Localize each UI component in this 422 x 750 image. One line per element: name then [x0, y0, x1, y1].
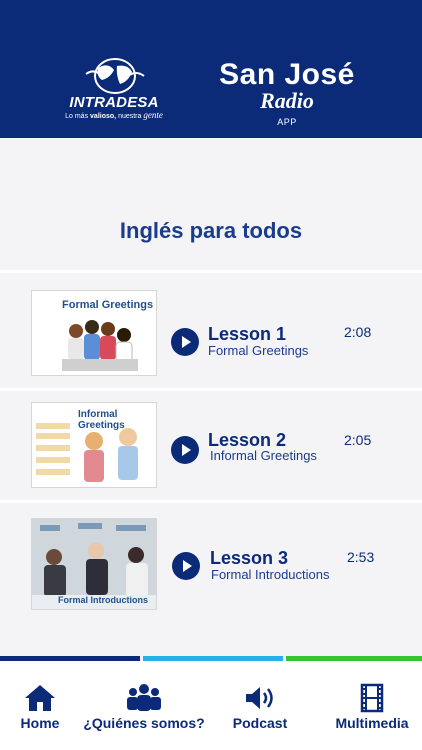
- tab-label: Multimedia: [335, 715, 409, 731]
- play-button[interactable]: [172, 552, 200, 580]
- lesson-item-2[interactable]: Informal Greetings Lesson 2 Informal Gre…: [0, 398, 422, 498]
- tab-home[interactable]: Home: [0, 661, 80, 750]
- play-button[interactable]: [171, 436, 199, 464]
- divider: [0, 500, 422, 503]
- intradesa-tagline: Lo más valioso, nuestra gente: [65, 110, 163, 120]
- thumbnail-caption: Formal Introductions: [58, 595, 148, 605]
- thumbnail-caption: Formal Greetings: [62, 299, 154, 311]
- lesson-duration: 2:53: [347, 549, 375, 565]
- tab-multimedia[interactable]: Multimedia: [322, 661, 422, 750]
- lesson-2-thumbnail: Informal Greetings: [31, 402, 157, 488]
- divider: [0, 388, 422, 391]
- page-title: Inglés para todos: [119, 218, 303, 243]
- san-jose-radio-logo: San José Radio APP: [214, 58, 360, 134]
- radio-wordmark: Radio: [260, 88, 314, 113]
- play-button[interactable]: [171, 328, 199, 356]
- speaker-icon: [246, 687, 273, 709]
- tab-podcast[interactable]: Podcast: [218, 661, 302, 750]
- lesson-subtitle: Formal Introductions: [211, 567, 330, 582]
- home-icon: [25, 685, 55, 711]
- lesson-title: Lesson 3: [210, 548, 289, 568]
- san-jose-wordmark: San José: [219, 58, 355, 91]
- app-header: INTRADESA Lo más valioso, nuestra gente …: [0, 0, 422, 138]
- lesson-item-3[interactable]: Formal Introductions Lesson 3 Formal Int…: [0, 514, 422, 614]
- film-icon: [360, 683, 384, 713]
- lesson-subtitle: Informal Greetings: [210, 448, 317, 463]
- lesson-duration: 2:08: [344, 324, 372, 340]
- intradesa-logo: INTRADESA Lo más valioso, nuestra gente: [62, 58, 166, 122]
- lesson-title: Lesson 1: [208, 324, 287, 344]
- lesson-item-1[interactable]: Formal Greetings Lesson 1 Formal Greetin…: [0, 286, 422, 386]
- lesson-subtitle: Formal Greetings: [208, 343, 309, 358]
- intradesa-wordmark: INTRADESA: [69, 94, 159, 111]
- divider: [0, 270, 422, 273]
- bottom-tab-bar: Home ¿Quiénes somos? Podcast Multimedia: [0, 661, 422, 750]
- lesson-duration: 2:05: [344, 432, 372, 448]
- thumbnail-caption: Informal Greetings: [78, 409, 125, 431]
- group-icon: [127, 684, 161, 711]
- lesson-3-thumbnail: Formal Introductions: [31, 518, 157, 610]
- globe-icon: [85, 58, 145, 94]
- app-label: APP: [277, 117, 297, 127]
- tab-label: ¿Quiénes somos?: [83, 715, 205, 731]
- tab-label: Home: [20, 715, 60, 731]
- lesson-1-thumbnail: Formal Greetings: [31, 290, 157, 376]
- tab-label: Podcast: [232, 715, 288, 731]
- tab-quienes-somos[interactable]: ¿Quiénes somos?: [82, 661, 206, 750]
